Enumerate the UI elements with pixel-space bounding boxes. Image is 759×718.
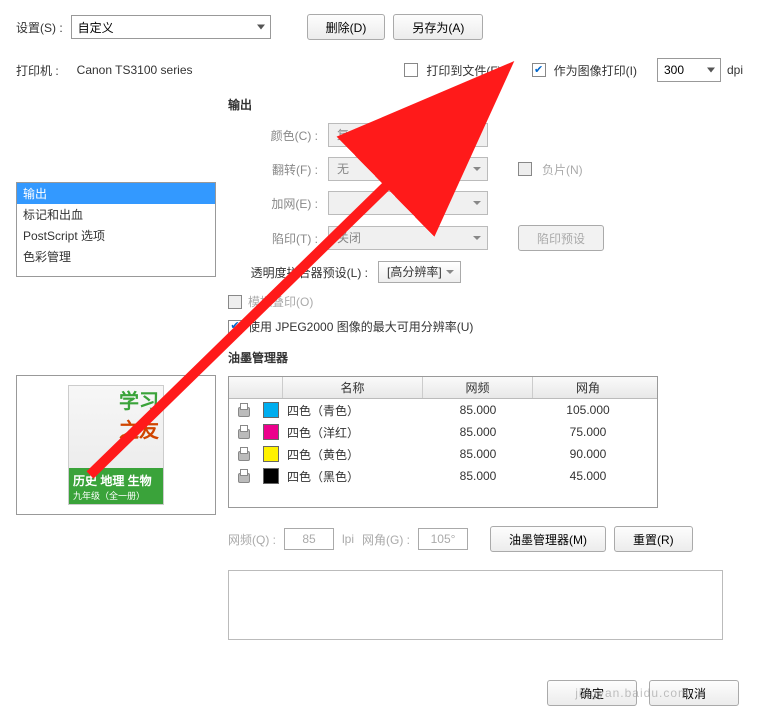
color-select: 复合色 (328, 123, 488, 147)
settings-preset-input[interactable] (71, 15, 271, 39)
ink-angle: 105.000 (533, 403, 643, 417)
color-label: 颜色(C) : (228, 127, 318, 144)
trap-preset-button: 陷印预设 (518, 225, 604, 251)
ink-swatch (263, 468, 279, 484)
printer-icon (236, 403, 252, 417)
transparency-select[interactable]: [高分辨率] (378, 261, 461, 283)
printer-label: 打印机 : (16, 62, 59, 79)
ink-freq: 85.000 (423, 403, 533, 417)
flip-label: 翻转(F) : (228, 161, 318, 178)
dpi-label: dpi (727, 63, 743, 77)
transparency-label: 透明度拼合器预设(L) : (228, 264, 368, 281)
printer-icon (236, 425, 252, 439)
ink-angle: 75.000 (533, 425, 643, 439)
sidebar-listbox[interactable]: 输出 标记和出血 PostScript 选项 色彩管理 (16, 182, 216, 277)
ink-angle: 45.000 (533, 469, 643, 483)
ink-table: 名称 网频 网角 四色（青色）85.000105.000四色（洋红）85.000… (228, 376, 658, 508)
ink-swatch (263, 424, 279, 440)
print-to-file-label: 打印到文件(F) (426, 62, 501, 79)
trap-label: 陷印(T) : (228, 230, 318, 247)
negative-label: 负片(N) (542, 161, 583, 178)
document-preview: 学习 之友 历史 地理 生物 九年级（全一册） (16, 375, 216, 515)
reset-button[interactable]: 重置(R) (614, 526, 693, 552)
sidebar-item-postscript[interactable]: PostScript 选项 (17, 225, 215, 246)
settings-label: 设置(S) : (16, 19, 63, 36)
angle-label: 网角(G) : (362, 531, 410, 548)
settings-preset-combo[interactable] (71, 15, 271, 39)
preview-band: 历史 地理 生物 (73, 472, 159, 489)
negative-checkbox (518, 162, 532, 176)
ink-row[interactable]: 四色（洋红）85.00075.000 (229, 421, 657, 443)
screen-label: 加网(E) : (228, 195, 318, 212)
flip-select: 无 (328, 157, 488, 181)
trap-select: 关闭 (328, 226, 488, 250)
delete-button[interactable]: 删除(D) (307, 14, 386, 40)
jpeg2000-checkbox[interactable] (228, 320, 242, 334)
preview-title2: 之友 (119, 414, 159, 443)
save-as-button[interactable]: 另存为(A) (393, 14, 483, 40)
ink-freq: 85.000 (423, 425, 533, 439)
ink-name: 四色（黄色） (283, 446, 423, 463)
print-to-file-checkbox[interactable] (404, 63, 418, 77)
ink-manager-button[interactable]: 油墨管理器(M) (490, 526, 606, 552)
ink-freq: 85.000 (423, 469, 533, 483)
printer-icon (236, 447, 252, 461)
preview-area (228, 570, 723, 640)
ink-name: 四色（青色） (283, 402, 423, 419)
jpeg2000-label: 使用 JPEG2000 图像的最大可用分辨率(U) (248, 318, 473, 335)
ink-row[interactable]: 四色（黄色）85.00090.000 (229, 443, 657, 465)
dpi-input[interactable] (657, 58, 721, 82)
ink-freq: 85.000 (423, 447, 533, 461)
print-as-image-checkbox[interactable] (532, 63, 546, 77)
print-as-image-label: 作为图像打印(I) (554, 62, 637, 79)
ink-swatch (263, 402, 279, 418)
ink-angle: 90.000 (533, 447, 643, 461)
screen-select: X (328, 191, 488, 215)
ink-header-name: 名称 (283, 377, 423, 398)
preview-band2: 九年级（全一册） (73, 489, 159, 502)
sidebar-item-marks[interactable]: 标记和出血 (17, 204, 215, 225)
angle-input (418, 528, 468, 550)
dpi-combo[interactable] (657, 58, 721, 82)
ink-swatch (263, 446, 279, 462)
printer-icon (236, 469, 252, 483)
ink-header-freq: 网频 (423, 377, 533, 398)
ink-row[interactable]: 四色（黑色）85.00045.000 (229, 465, 657, 487)
simulate-overprint-label: 模拟叠印(O) (248, 293, 313, 310)
sidebar-item-output[interactable]: 输出 (17, 183, 215, 204)
watermark: jingyan.baidu.com (575, 686, 689, 700)
output-section-title: 输出 (228, 96, 743, 113)
sidebar-item-color[interactable]: 色彩管理 (17, 246, 215, 267)
ink-section-title: 油墨管理器 (228, 349, 743, 366)
freq-label: 网频(Q) : (228, 531, 276, 548)
ink-name: 四色（黑色） (283, 468, 423, 485)
preview-title1: 学习 (119, 392, 159, 412)
simulate-overprint-checkbox (228, 295, 242, 309)
ink-name: 四色（洋红） (283, 424, 423, 441)
lpi-label: lpi (342, 532, 354, 546)
printer-name: Canon TS3100 series (77, 63, 193, 77)
freq-input (284, 528, 334, 550)
ink-row[interactable]: 四色（青色）85.000105.000 (229, 399, 657, 421)
ink-header-angle: 网角 (533, 377, 643, 398)
